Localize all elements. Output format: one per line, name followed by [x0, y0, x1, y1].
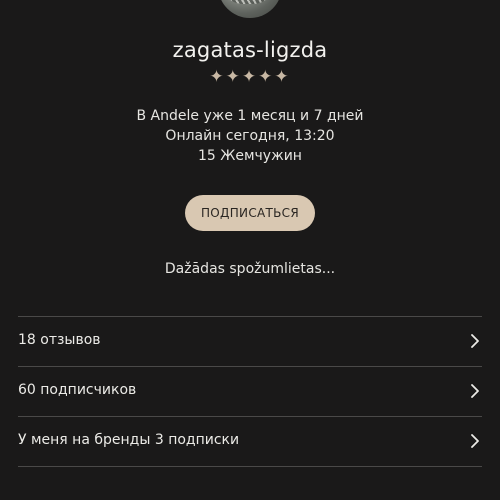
profile-bio: Dažādas spožumlietas...	[164, 261, 336, 277]
reviews-row[interactable]: 18 отзывов	[18, 317, 482, 366]
chevron-right-icon	[471, 384, 479, 398]
subscribe-button[interactable]: ПОДПИСАТЬСЯ	[185, 195, 315, 231]
chevron-right-icon	[471, 334, 479, 348]
last-online-text: Онлайн сегодня, 13:20	[165, 128, 335, 144]
brand-subscriptions-row[interactable]: У меня на бренды 3 подписки	[18, 417, 482, 466]
chevron-right-icon	[471, 434, 479, 448]
divider	[18, 466, 482, 467]
profile-page: zagatas-ligzda ✦✦✦✦✦ В Andele уже 1 меся…	[0, 0, 500, 500]
followers-label: 60 подписчиков	[18, 382, 137, 398]
avatar[interactable]	[218, 0, 282, 18]
rating-stars-icon: ✦✦✦✦✦	[209, 67, 291, 87]
username: zagatas-ligzda	[172, 38, 328, 62]
member-since-text: В Andele уже 1 месяц и 7 дней	[136, 108, 364, 124]
followers-row[interactable]: 60 подписчиков	[18, 367, 482, 416]
brand-subscriptions-label: У меня на бренды 3 подписки	[18, 432, 240, 448]
pearls-count-text: 15 Жемчужин	[198, 148, 302, 164]
reviews-label: 18 отзывов	[18, 332, 101, 348]
